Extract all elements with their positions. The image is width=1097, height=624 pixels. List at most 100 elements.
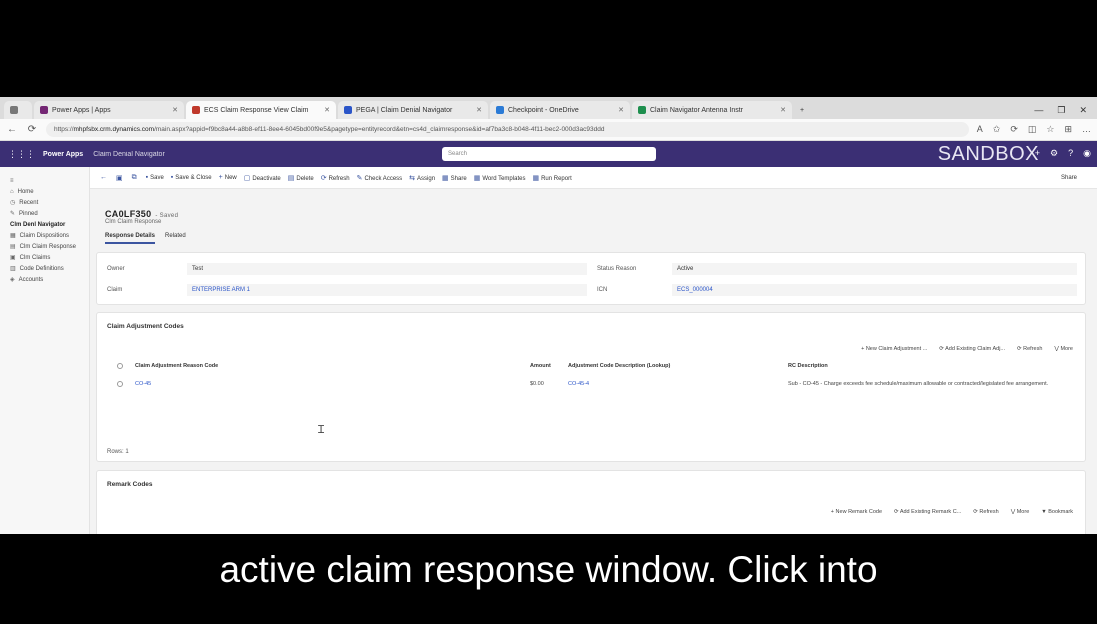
table-cell: Sub - CO-45 - Charge exceeds fee schedul… xyxy=(788,381,1049,387)
account-icon: ◈ xyxy=(10,277,15,283)
command-item[interactable]: ▪ Save & Close xyxy=(171,174,212,181)
command-item[interactable]: ▣ xyxy=(116,174,125,182)
refresh-button[interactable]: ⟳ Refresh xyxy=(1017,346,1042,352)
maximize-icon[interactable]: ❐ xyxy=(1057,105,1065,116)
adjustment-grid-commands: + New Claim Adjustment ... ⟳ Add Existin… xyxy=(861,346,1073,352)
sidebar-item-pinned[interactable]: ✎ Pinned xyxy=(0,208,89,219)
app-name[interactable]: Power Apps xyxy=(43,151,83,158)
command-item[interactable]: ← xyxy=(100,174,109,181)
sidebar-item-accounts[interactable]: ◈ Accounts xyxy=(0,274,89,285)
add-existing-adjustment-button[interactable]: ⟳ Add Existing Claim Adj... xyxy=(939,346,1005,352)
column-header[interactable]: Amount xyxy=(530,363,568,369)
command-item[interactable]: ▪ Save xyxy=(146,174,164,181)
pin-icon: ✎ xyxy=(10,211,16,217)
claim-lookup-field[interactable]: ENTERPRISE ARM 1 xyxy=(187,284,587,296)
sidebar-item-claim-response[interactable]: ▤ Clm Claim Response xyxy=(0,241,89,252)
more-button[interactable]: ⋁ More xyxy=(1054,346,1073,352)
command-item[interactable]: + New xyxy=(219,174,237,181)
browser-tab-claim-response[interactable]: ECS Claim Response View Claim ✕ xyxy=(186,101,336,119)
sidebar-item-label: Clm Claims xyxy=(19,254,51,261)
command-item[interactable]: ⧉ xyxy=(132,174,139,182)
new-tab-button[interactable]: + xyxy=(794,101,814,119)
tab-related[interactable]: Related xyxy=(165,233,186,244)
global-search-input[interactable]: Search xyxy=(442,147,656,161)
refresh-icon[interactable]: ⟳ xyxy=(26,124,38,135)
help-icon[interactable]: ? xyxy=(1068,148,1073,159)
command-icon: ▤ xyxy=(287,174,295,182)
owner-field[interactable]: Test xyxy=(187,263,587,275)
tab-response-details[interactable]: Response Details xyxy=(105,233,156,244)
command-icon: ▦ xyxy=(532,174,540,182)
bookmark-button[interactable]: ▼ Bookmark xyxy=(1041,509,1073,515)
more-button[interactable]: ⋁ More xyxy=(1011,509,1030,515)
sidebar-item-collapse[interactable]: ≡ xyxy=(0,175,89,186)
command-item[interactable]: ▦ Share xyxy=(442,174,467,182)
more-icon[interactable]: … xyxy=(1082,124,1091,135)
column-header[interactable]: RC Description xyxy=(788,363,828,369)
back-icon[interactable]: ← xyxy=(6,124,18,135)
sidebar-item-claims[interactable]: ▣ Clm Claims xyxy=(0,252,89,263)
command-label: Assign xyxy=(417,175,436,182)
sidebar-item-home[interactable]: ⌂ Home xyxy=(0,186,89,197)
read-aloud-icon[interactable]: A xyxy=(977,124,983,135)
url-input[interactable]: https://mhpfsbx.crm.dynamics.com/main.as… xyxy=(46,122,969,137)
command-icon: ⟳ xyxy=(320,174,327,182)
command-item[interactable]: ▢ Deactivate xyxy=(244,174,281,182)
add-existing-remark-button[interactable]: ⟳ Add Existing Remark C... xyxy=(894,509,961,515)
minimize-icon[interactable]: — xyxy=(1034,105,1043,115)
plus-icon: + xyxy=(800,106,805,114)
new-remark-button[interactable]: + New Remark Code xyxy=(831,509,882,515)
icn-lookup-field[interactable]: ECS_000004 xyxy=(672,284,1077,296)
avatar[interactable]: ◉ xyxy=(1083,148,1091,159)
command-item[interactable]: ▦ Run Report xyxy=(532,174,571,182)
sidebar-item-recent[interactable]: ◷ Recent xyxy=(0,197,89,208)
close-icon[interactable]: ✕ xyxy=(612,106,624,114)
select-all-checkbox[interactable] xyxy=(117,363,123,369)
table-row[interactable]: CO-45 $0.00 CO-45-4 Sub - CO-45 - Charge… xyxy=(117,381,1077,387)
collections-icon[interactable]: ⊞ xyxy=(1064,124,1072,135)
column-header[interactable]: Claim Adjustment Reason Code xyxy=(135,363,530,369)
refresh-button[interactable]: ⟳ Refresh xyxy=(973,509,998,515)
browser-tab-onedrive[interactable]: Checkpoint - OneDrive ✕ xyxy=(490,101,630,119)
app-launcher-icon[interactable]: ⋮⋮⋮ xyxy=(8,149,35,160)
header-icons: + ⚙ ? ◉ xyxy=(1035,148,1091,159)
favorite-icon[interactable]: ✩ xyxy=(993,124,1001,135)
clock-icon: ◷ xyxy=(10,200,16,206)
table-cell[interactable]: CO-45 xyxy=(135,381,530,387)
share-button[interactable]: Share xyxy=(1061,175,1097,181)
command-item[interactable]: ✎ Check Access xyxy=(357,174,403,182)
tab-label: Power Apps | Apps xyxy=(52,106,111,114)
new-adjustment-button[interactable]: + New Claim Adjustment ... xyxy=(861,346,927,352)
sidebar-item-code-definitions[interactable]: ▥ Code Definitions xyxy=(0,263,89,274)
icn-label: ICN xyxy=(597,287,608,293)
close-window-icon[interactable]: ✕ xyxy=(1079,105,1087,116)
command-item[interactable]: ⇆ Assign xyxy=(409,174,435,182)
gear-icon[interactable]: ⚙ xyxy=(1050,148,1058,159)
close-icon[interactable]: ✕ xyxy=(318,106,330,114)
plus-icon[interactable]: + xyxy=(1035,148,1040,159)
command-item[interactable]: ▤ Delete xyxy=(288,174,314,182)
adjustment-grid-header: Claim Adjustment Reason Code Amount Adju… xyxy=(117,363,1077,369)
close-icon[interactable]: ✕ xyxy=(470,106,482,114)
favorites-icon[interactable]: ☆ xyxy=(1046,124,1054,135)
browser-tab-pega[interactable]: PEGA | Claim Denial Navigator ✕ xyxy=(338,101,488,119)
close-icon[interactable]: ✕ xyxy=(774,106,786,114)
command-icon: ← xyxy=(100,174,107,181)
sidebar-item-label: Claim Dispositions xyxy=(19,232,70,239)
status-reason-field[interactable]: Active xyxy=(672,263,1077,275)
sidebar-item-claim-dispositions[interactable]: ▦ Claim Dispositions xyxy=(0,230,89,241)
command-label: Save & Close xyxy=(175,175,212,181)
url-host: mhpfsbx.crm.dynamics.com xyxy=(73,126,155,133)
column-header[interactable]: Adjustment Code Description (Lookup) xyxy=(568,363,788,369)
command-item[interactable]: ⟳ Refresh xyxy=(321,174,350,182)
command-item[interactable]: ▦ Word Templates xyxy=(474,174,526,182)
table-cell[interactable]: CO-45-4 xyxy=(568,381,788,387)
row-checkbox[interactable] xyxy=(117,381,123,387)
close-icon[interactable]: ✕ xyxy=(166,106,178,114)
browser-tab-claim-navigator[interactable]: Claim Navigator Antenna Instr ✕ xyxy=(632,101,792,119)
tab-favicon-icon xyxy=(344,106,352,114)
sync-icon[interactable]: ⟳ xyxy=(1010,124,1018,135)
browser-tab-power-apps[interactable]: Power Apps | Apps ✕ xyxy=(34,101,184,119)
split-screen-icon[interactable]: ◫ xyxy=(1028,124,1037,135)
tab-actions-icon[interactable] xyxy=(4,101,32,119)
